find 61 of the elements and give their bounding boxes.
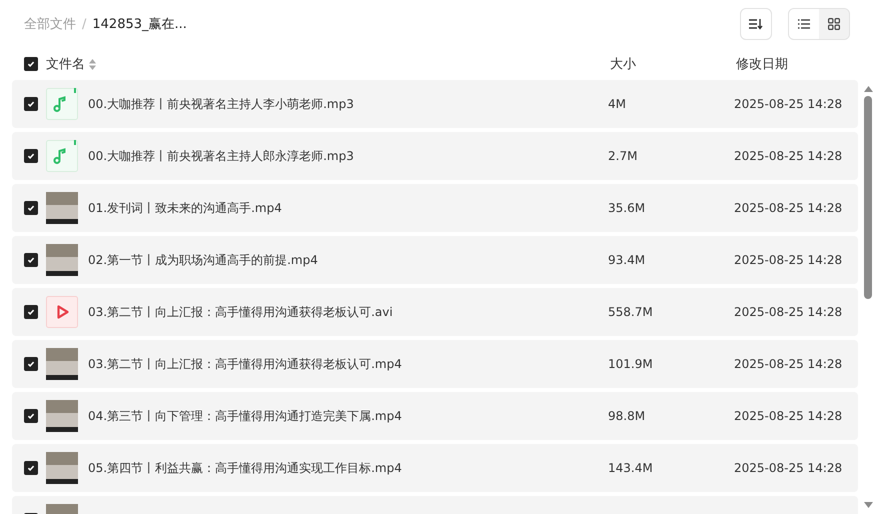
checkbox[interactable] (24, 149, 38, 163)
checkbox[interactable] (24, 461, 38, 475)
file-row[interactable]: 03.第二节丨向上汇报：高手懂得用沟通获得老板认可.mp4 101.9M 2025-08-25 14:28 (12, 340, 858, 388)
file-size: 2.7M (608, 149, 638, 163)
modified-date: 2025-08-25 14:28 (734, 305, 842, 319)
file-name: 03.第二节丨向上汇报：高手懂得用沟通获得老板认可.mp4 (88, 356, 403, 372)
checkbox[interactable] (24, 409, 38, 423)
music-file-icon (46, 140, 78, 172)
modified-date: 2025-08-25 14:28 (734, 253, 842, 267)
file-name: 04.第三节丨向下管理：高手懂得用沟通打造完美下属.mp4 (88, 408, 403, 424)
file-row[interactable]: 03.第二节丨向上汇报：高手懂得用沟通获得老板认可.avi 558.7M 2025-08-25 14:28 (12, 288, 858, 336)
view-mode-button[interactable] (789, 9, 819, 39)
file-size: 558.7M (608, 305, 654, 319)
breadcrumb-separator: / (82, 16, 86, 32)
video-thumbnail (46, 348, 78, 380)
sort-icon (749, 18, 763, 30)
scroll-down-icon[interactable] (864, 502, 872, 508)
video-file-icon (46, 296, 78, 328)
file-name: 01.发刊词丨致未来的沟通高手.mp4 (88, 200, 283, 216)
video-thumbnail (46, 192, 78, 224)
file-name: 00.大咖推荐丨前央视著名主持人李小萌老师.mp3 (88, 96, 355, 112)
file-name: 03.第二节丨向上汇报：高手懂得用沟通获得老板认可.avi (88, 304, 394, 320)
file-size: 98.8M (608, 409, 646, 423)
file-row[interactable]: 00.大咖推荐丨前央视著名主持人李小萌老师.mp3 4M 2025-08-25 14:28 (12, 80, 858, 128)
list-view-icon (798, 19, 810, 29)
modified-date: 2025-08-25 14:28 (734, 409, 842, 423)
modified-date: 2025-08-25 14:28 (734, 149, 842, 163)
file-size: 101.9M (608, 357, 654, 371)
modified-date: 2025-08-25 14:28 (734, 201, 842, 215)
file-size: 4M (608, 97, 627, 111)
file-size: 93.4M (608, 253, 646, 267)
checkbox[interactable] (24, 253, 38, 267)
file-name: 05.第四节丨利益共赢：高手懂得用沟通实现工作目标.mp4 (88, 460, 403, 476)
checkbox[interactable] (24, 357, 38, 371)
checkbox[interactable] (24, 57, 38, 71)
scroll-up-icon[interactable] (864, 86, 872, 92)
column-header[interactable]: 文件名 (46, 55, 85, 73)
video-thumbnail (46, 400, 78, 432)
music-file-icon (46, 88, 78, 120)
checkbox[interactable] (24, 201, 38, 215)
grid-view-icon (828, 18, 840, 30)
file-size: 143.4M (608, 461, 654, 475)
file-row[interactable]: 02.第一节丨成为职场沟通高手的前提.mp4 93.4M 2025-08-25 14:28 (12, 236, 858, 284)
modified-date: 2025-08-25 14:28 (734, 461, 842, 475)
file-row[interactable]: 05.第四节丨利益共赢：高手懂得用沟通实现工作目标.mp4 143.4M 2025-08-25 14:28 (12, 444, 858, 492)
file-row[interactable]: 00.大咖推荐丨前央视著名主持人郎永淳老师.mp3 2.7M 2025-08-25 14:28 (12, 132, 858, 180)
video-thumbnail (46, 244, 78, 276)
file-row[interactable]: 04.第三节丨向下管理：高手懂得用沟通打造完美下属.mp4 98.8M 2025-08-25 14:28 (12, 392, 858, 440)
sort-button[interactable] (740, 8, 772, 40)
video-thumbnail (46, 452, 78, 484)
file-size: 35.6M (608, 201, 646, 215)
modified-date: 2025-08-25 14:28 (734, 97, 842, 111)
file-name: 00.大咖推荐丨前央视著名主持人郎永淳老师.mp3 (88, 148, 355, 164)
checkbox[interactable] (24, 305, 38, 319)
file-row[interactable]: 01.发刊词丨致未来的沟通高手.mp4 35.6M 2025-08-25 14:28 (12, 184, 858, 232)
column-header[interactable]: 大小 (610, 55, 736, 73)
breadcrumb-item[interactable]: 142853_赢在... (92, 15, 187, 33)
modified-date: 2025-08-25 14:28 (734, 357, 842, 371)
checkbox[interactable] (24, 97, 38, 111)
file-name: 02.第一节丨成为职场沟通高手的前提.mp4 (88, 252, 319, 268)
column-header[interactable]: 修改日期 (736, 55, 788, 73)
